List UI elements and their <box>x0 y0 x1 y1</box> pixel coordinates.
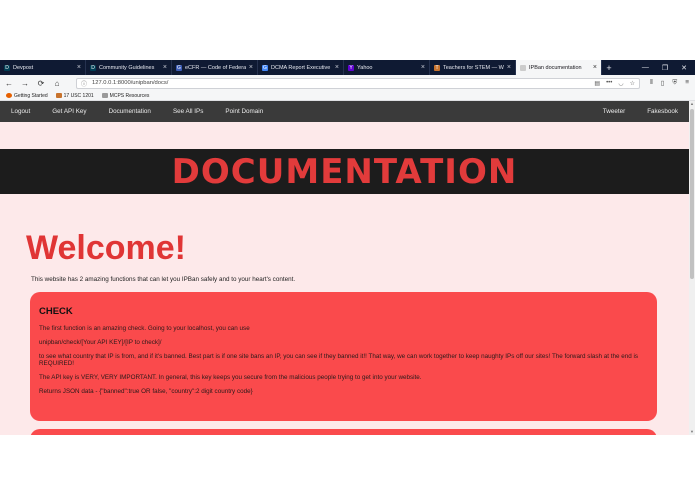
nav-get-api-key[interactable]: Get API Key <box>52 108 86 115</box>
reload-icon[interactable]: ⟳ <box>36 79 46 88</box>
welcome-heading: Welcome! <box>26 229 186 267</box>
nav-logout[interactable]: Logout <box>11 108 30 115</box>
next-card <box>30 429 657 435</box>
page-icon <box>520 64 526 71</box>
devpost-icon: D <box>90 64 96 71</box>
card-paragraph: The API key is VERY, VERY IMPORTANT. In … <box>39 374 422 381</box>
site-info-icon[interactable]: ⓘ <box>81 79 87 88</box>
window-controls: — ❐ ✕ <box>642 60 695 75</box>
restore-icon[interactable]: ❐ <box>662 64 668 72</box>
navigation-toolbar: ← → ⟳ ⌂ ⓘ 127.0.0.1:8000/unipban/docs/ ▤… <box>0 75 695 91</box>
scroll-down-icon[interactable]: ▼ <box>689 429 695 435</box>
devpost-icon: D <box>4 64 10 71</box>
browser-tab[interactable]: D Devpost × <box>0 60 86 75</box>
scroll-up-icon[interactable]: ▲ <box>689 101 695 107</box>
page-scrollbar[interactable]: ▲ ▼ <box>689 101 695 435</box>
nav-documentation[interactable]: Documentation <box>109 108 151 115</box>
shield-icon[interactable]: ⛨ <box>672 79 677 87</box>
back-icon[interactable]: ← <box>4 79 14 88</box>
toolbar-right: ⫴ ▯ ⛨ ≡ <box>650 79 691 87</box>
url-text[interactable]: 127.0.0.1:8000/unipban/docs/ <box>92 80 168 86</box>
home-icon[interactable]: ⌂ <box>52 79 62 88</box>
yahoo-icon: Y <box>348 64 354 71</box>
intro-text: This website has 2 amazing functions tha… <box>31 276 296 283</box>
browser-window: D Devpost × D Community Guidelines × GeCFR —… <box>0 60 695 435</box>
bookmark-star-icon[interactable]: ☆ <box>630 80 635 87</box>
browser-tab[interactable]: Y Yahoo × <box>344 60 430 75</box>
browser-tab[interactable]: GeCFR — Code of Federal R× <box>172 60 258 75</box>
new-tab-button[interactable]: + <box>602 60 616 75</box>
check-card: CHECK The first function is an amazing c… <box>30 292 657 421</box>
teachers-icon: T <box>434 64 440 71</box>
bookmark-item[interactable]: MCPS Resources <box>101 93 149 99</box>
browser-tab[interactable]: D Community Guidelines × <box>86 60 172 75</box>
card-paragraph: Returns JSON data - {"banned":true OR fa… <box>39 388 253 395</box>
folder-icon <box>101 93 108 98</box>
close-tab-icon[interactable]: × <box>507 64 511 71</box>
nav-tweeter[interactable]: Tweeter <box>603 108 625 115</box>
menu-icon[interactable]: ≡ <box>685 79 689 87</box>
nav-fakesbook[interactable]: Fakesbook <box>647 108 678 115</box>
browser-tab[interactable]: T Teachers for STEM — Wa × <box>430 60 516 75</box>
page-actions-icon[interactable]: ••• <box>606 80 612 87</box>
library-icon[interactable]: ⫴ <box>650 79 653 87</box>
browser-tab[interactable]: G DCMA Report Executive S × <box>258 60 344 75</box>
close-tab-icon[interactable]: × <box>421 64 425 71</box>
check-card-title: CHECK <box>39 306 73 317</box>
tab-strip: D Devpost × D Community Guidelines × GeCFR —… <box>0 60 695 75</box>
gpo-icon: G <box>176 64 182 71</box>
address-bar[interactable]: ⓘ 127.0.0.1:8000/unipban/docs/ ▤ ••• ◡ ☆ <box>76 77 641 89</box>
pocket-icon[interactable]: ◡ <box>618 80 623 87</box>
close-tab-icon[interactable]: × <box>77 64 81 71</box>
browser-tab-active[interactable]: IPBan documentation × <box>516 60 602 75</box>
nav-see-all-ips[interactable]: See All IPs <box>173 108 203 115</box>
bookmark-item[interactable]: 17 USC 1201 <box>55 93 94 99</box>
bookmark-item[interactable]: Getting Started <box>6 93 48 99</box>
close-tab-icon[interactable]: × <box>163 64 167 71</box>
bookmark-icon <box>55 93 62 98</box>
forward-icon[interactable]: → <box>20 79 30 88</box>
site-navbar: Logout Get API Key Documentation See All… <box>0 101 689 122</box>
close-tab-icon[interactable]: × <box>335 64 339 71</box>
close-tab-icon[interactable]: × <box>249 64 253 71</box>
page-banner: DOCUMENTATION <box>0 149 689 194</box>
banner-title: DOCUMENTATION <box>171 151 518 192</box>
nav-point-domain[interactable]: Point Domain <box>225 108 263 115</box>
firefox-icon <box>6 93 12 98</box>
card-endpoint: unipban/check/[Your API KEY]/[IP to chec… <box>39 339 162 346</box>
scrollbar-thumb[interactable] <box>690 109 694 279</box>
close-window-icon[interactable]: ✕ <box>681 64 687 72</box>
close-tab-icon[interactable]: × <box>593 64 597 71</box>
bookmarks-toolbar: Getting Started 17 USC 1201 MCPS Resourc… <box>0 91 695 101</box>
card-paragraph: The first function is an amazing check. … <box>39 325 250 332</box>
card-paragraph: to see what country that IP is from, and… <box>39 353 639 367</box>
reader-view-icon[interactable]: ▤ <box>594 80 600 87</box>
google-icon: G <box>262 64 268 71</box>
sidebar-icon[interactable]: ▯ <box>661 79 665 87</box>
minimize-icon[interactable]: — <box>642 64 649 71</box>
